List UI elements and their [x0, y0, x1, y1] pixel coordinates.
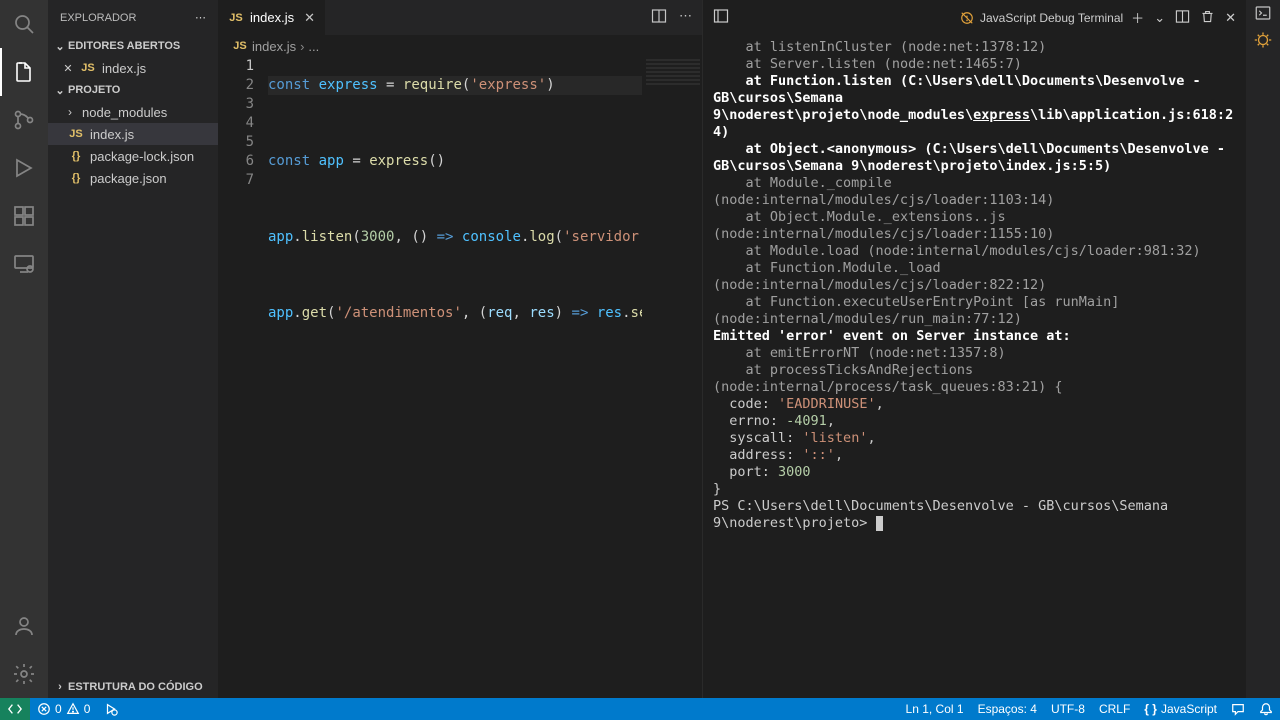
- explorer-sidebar: EXPLORADOR ⋯ ⌄ EDITORES ABERTOS ✕ JS ind…: [48, 0, 218, 698]
- sidebar-title: EXPLORADOR: [60, 12, 136, 24]
- panel-debug-icon[interactable]: [1254, 31, 1272, 52]
- activity-explorer[interactable]: [0, 48, 48, 96]
- folder-item-node-modules[interactable]: › node_modules: [48, 101, 218, 123]
- line-gutter: 1234567: [218, 57, 268, 698]
- js-file-icon: JS: [68, 128, 84, 140]
- terminal-output[interactable]: at listenInCluster (node:net:1378:12) at…: [703, 35, 1246, 698]
- editor-tabs: JS index.js ✕ ⋯: [218, 0, 702, 35]
- activity-remote-explorer[interactable]: [0, 240, 48, 288]
- activity-search[interactable]: [0, 0, 48, 48]
- terminal-kill-icon[interactable]: [1200, 9, 1215, 27]
- status-encoding[interactable]: UTF-8: [1044, 698, 1092, 720]
- status-feedback-icon[interactable]: [1224, 698, 1252, 720]
- status-bar: 0 0 Ln 1, Col 1 Espaços: 4 UTF-8 CRLF { …: [0, 698, 1280, 720]
- tab-index-js[interactable]: JS index.js ✕: [218, 0, 326, 35]
- status-language[interactable]: { }JavaScript: [1137, 698, 1224, 720]
- open-editor-filename: index.js: [102, 61, 146, 76]
- editor-area: JS index.js ✕ ⋯ JS index.js › ... 123456…: [218, 0, 702, 698]
- status-eol[interactable]: CRLF: [1092, 698, 1137, 720]
- status-debug-start[interactable]: [97, 698, 125, 720]
- terminal-new-icon[interactable]: ＋: [1131, 8, 1144, 27]
- chevron-down-icon: ⌄: [52, 40, 68, 53]
- split-editor-icon[interactable]: [651, 8, 667, 27]
- terminal-dropdown-icon[interactable]: ⌄: [1154, 10, 1165, 26]
- status-bell-icon[interactable]: [1252, 698, 1280, 720]
- activity-extensions[interactable]: [0, 192, 48, 240]
- sidebar-more-icon[interactable]: ⋯: [195, 11, 206, 24]
- minimap[interactable]: [642, 57, 702, 698]
- tab-label: index.js: [250, 10, 294, 25]
- close-icon[interactable]: ✕: [60, 62, 76, 75]
- close-tab-icon[interactable]: ✕: [304, 10, 315, 26]
- breadcrumb-file: index.js: [252, 39, 296, 54]
- activity-run[interactable]: [0, 144, 48, 192]
- terminal-toggle-icon[interactable]: [713, 8, 729, 27]
- folder-name: node_modules: [82, 105, 167, 120]
- panel-action-bar: [1246, 0, 1280, 698]
- activity-scm[interactable]: [0, 96, 48, 144]
- js-file-icon: JS: [80, 62, 96, 74]
- open-editors-header[interactable]: ⌄ EDITORES ABERTOS: [48, 35, 218, 57]
- terminal-cursor: [876, 516, 883, 531]
- code-editor[interactable]: 1234567 const express = require('express…: [218, 57, 702, 698]
- terminal-split-icon[interactable]: [1175, 9, 1190, 27]
- outline-header[interactable]: › ESTRUTURA DO CÓDIGO: [48, 676, 218, 698]
- activity-settings[interactable]: [0, 650, 48, 698]
- panel-terminal-icon[interactable]: [1254, 4, 1272, 25]
- terminal-panel: JavaScript Debug Terminal ＋ ⌄ ✕ at liste…: [702, 0, 1246, 698]
- breadcrumb-rest: ...: [308, 39, 319, 54]
- breadcrumb-sep: ›: [300, 39, 304, 54]
- file-name: package.json: [90, 171, 167, 186]
- json-file-icon: {}: [68, 172, 84, 184]
- chevron-down-icon: ⌄: [52, 84, 68, 97]
- outline-label: ESTRUTURA DO CÓDIGO: [68, 681, 203, 693]
- terminal-name[interactable]: JavaScript Debug Terminal: [960, 11, 1123, 25]
- status-remote[interactable]: [0, 698, 30, 720]
- project-header[interactable]: ⌄ PROJETO: [48, 79, 218, 101]
- json-file-icon: {}: [68, 150, 84, 162]
- file-item-index-js[interactable]: JS index.js: [48, 123, 218, 145]
- file-name: index.js: [90, 127, 134, 142]
- editor-more-icon[interactable]: ⋯: [679, 8, 692, 27]
- activity-account[interactable]: [0, 602, 48, 650]
- open-editors-label: EDITORES ABERTOS: [68, 40, 180, 52]
- code-content[interactable]: const express = require('express') const…: [268, 57, 642, 698]
- project-label: PROJETO: [68, 84, 120, 96]
- chevron-right-icon: ›: [68, 105, 82, 119]
- file-item-package-lock[interactable]: {} package-lock.json: [48, 145, 218, 167]
- open-editor-item[interactable]: ✕ JS index.js: [48, 57, 218, 79]
- terminal-close-icon[interactable]: ✕: [1225, 10, 1236, 26]
- breadcrumb[interactable]: JS index.js › ...: [218, 35, 702, 57]
- status-ln-col[interactable]: Ln 1, Col 1: [899, 698, 971, 720]
- js-file-icon: JS: [228, 12, 244, 24]
- file-name: package-lock.json: [90, 149, 194, 164]
- file-item-package-json[interactable]: {} package.json: [48, 167, 218, 189]
- status-problems[interactable]: 0 0: [30, 698, 97, 720]
- js-file-icon: JS: [232, 40, 248, 52]
- chevron-right-icon: ›: [52, 681, 68, 693]
- status-spaces[interactable]: Espaços: 4: [971, 698, 1044, 720]
- activity-bar: [0, 0, 48, 698]
